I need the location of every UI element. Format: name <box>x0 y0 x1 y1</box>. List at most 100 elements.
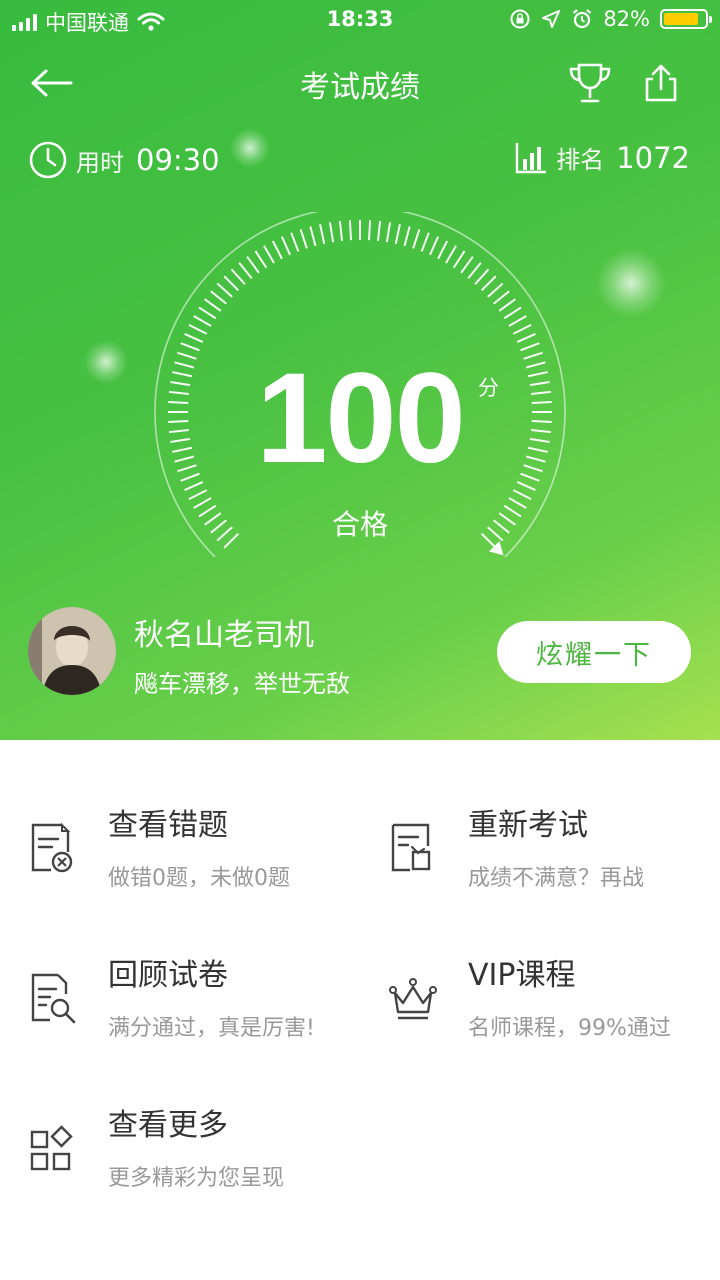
show-off-button[interactable]: 炫耀一下 <box>497 621 691 683</box>
gauge-tick <box>328 222 335 243</box>
gauge-tick <box>394 223 401 244</box>
gauge-tick <box>498 298 516 312</box>
gauge-tick <box>467 262 482 279</box>
gauge-tick <box>512 489 532 501</box>
share-icon <box>645 64 677 102</box>
gauge-tick <box>338 220 344 242</box>
wrong-answers-icon <box>31 822 73 873</box>
gauge-tick <box>508 315 527 327</box>
gauge-tick <box>512 323 532 335</box>
battery-percent: 82% <box>603 7 650 31</box>
gauge-tick <box>503 306 522 320</box>
menu-item-retake-exam[interactable]: 重新考试 成绩不满意？再战 <box>388 800 720 930</box>
gauge-tick <box>184 481 204 492</box>
gauge-tick <box>403 226 411 247</box>
menu-item-vip-course[interactable]: VIP课程 名师课程，99%通过 <box>388 950 720 1080</box>
bokeh-light <box>596 248 666 318</box>
user-motto: 飚车漂移，举世无敌 <box>134 670 350 698</box>
gauge-tick <box>493 290 510 305</box>
gauge-tick <box>299 229 308 249</box>
gauge-tick <box>271 240 283 260</box>
gauge-tick <box>376 220 382 242</box>
gauge-tick <box>238 262 253 279</box>
crown-icon <box>389 978 437 1020</box>
gauge-tick <box>437 240 449 260</box>
menu-item-more[interactable]: 查看更多 更多精彩为您呈现 <box>28 1100 368 1230</box>
time-value: 09:30 <box>136 143 220 177</box>
gauge-tick <box>445 245 457 264</box>
gauge-tick <box>368 220 372 241</box>
gauge-tick <box>487 282 504 298</box>
nav-bar: 考试成绩 <box>0 50 720 110</box>
gauge-tick <box>193 315 212 327</box>
menu-item-wrong-answers[interactable]: 查看错题 做错0题，未做0题 <box>28 800 368 930</box>
alarm-icon <box>573 9 592 29</box>
user-name: 秋名山老司机 <box>134 618 314 653</box>
more-apps-icon <box>30 1125 73 1171</box>
avatar-portrait <box>28 607 116 695</box>
bokeh-light <box>230 128 270 168</box>
gauge-tick <box>516 332 536 343</box>
menu-subtitle: 更多精彩为您呈现 <box>108 1166 285 1191</box>
gauge-tick <box>188 489 208 501</box>
rank-value: 1072 <box>616 140 690 175</box>
gauge-tick <box>263 245 275 264</box>
status-bar: 中国联通 18:33 82% <box>0 0 720 40</box>
gauge-tick <box>520 342 540 352</box>
gauge-tick <box>516 481 536 492</box>
menu-subtitle: 成绩不满意？再战 <box>468 866 645 891</box>
gauge-tick <box>309 226 317 247</box>
bar-chart-icon <box>515 142 547 173</box>
lock-rotation-icon <box>510 9 530 29</box>
menu-title: 查看错题 <box>108 808 228 843</box>
location-icon <box>542 10 561 28</box>
time-used: 用时 09:30 <box>28 140 220 180</box>
clock-icon <box>29 141 67 179</box>
gauge-tick <box>412 229 421 249</box>
gauge-tick <box>429 236 440 256</box>
gauge-tick <box>460 256 474 274</box>
menu-subtitle: 名师课程，99%通过 <box>468 1016 671 1041</box>
gauge-tick <box>348 220 352 241</box>
score-unit: 分 <box>478 376 499 400</box>
gauge-tick <box>216 282 233 298</box>
gauge-tick <box>420 232 430 252</box>
share-button[interactable] <box>636 58 686 108</box>
rank-label: 排名 <box>556 146 605 174</box>
gauge-tick <box>474 268 490 285</box>
gauge-tick <box>210 290 227 305</box>
review-paper-icon <box>31 973 76 1024</box>
menu-title: 查看更多 <box>108 1108 228 1143</box>
gauge-tick <box>230 268 246 285</box>
score-hero: 中国联通 18:33 82% 考试成绩 用时 09:30 排名 1072 100… <box>0 0 720 740</box>
gauge-tick <box>198 306 217 320</box>
battery-icon <box>660 9 712 29</box>
gauge-tick <box>246 256 260 274</box>
menu-item-review-paper[interactable]: 回顾试卷 满分通过，真是厉害! <box>28 950 368 1080</box>
gauge-tick <box>280 236 291 256</box>
gauge-tick <box>180 342 200 352</box>
gauge-tick <box>254 250 268 269</box>
avatar[interactable] <box>28 607 116 695</box>
leaderboard-button[interactable] <box>565 58 615 108</box>
gauge-tick <box>188 323 208 335</box>
gauge-tick <box>452 250 466 269</box>
gauge-tick <box>480 275 497 292</box>
menu-subtitle: 做错0题，未做0题 <box>108 866 290 891</box>
gauge-tick <box>385 222 392 243</box>
gauge-tick <box>290 232 300 252</box>
menu-subtitle: 满分通过，真是厉害! <box>108 1016 315 1041</box>
pass-status: 合格 <box>331 508 388 541</box>
time-label: 用时 <box>76 148 124 177</box>
menu-title: VIP课程 <box>468 958 576 993</box>
gauge-tick <box>223 275 240 292</box>
menu-title: 回顾试卷 <box>108 958 228 993</box>
menu-title: 重新考试 <box>468 808 588 843</box>
retake-exam-icon <box>391 823 431 872</box>
gauge-tick <box>184 332 204 343</box>
ranking: 排名 1072 <box>514 140 690 175</box>
gauge-tick <box>319 223 326 244</box>
gauge-tick <box>204 298 222 312</box>
score-value: 100 <box>256 347 466 490</box>
trophy-icon <box>569 63 611 103</box>
